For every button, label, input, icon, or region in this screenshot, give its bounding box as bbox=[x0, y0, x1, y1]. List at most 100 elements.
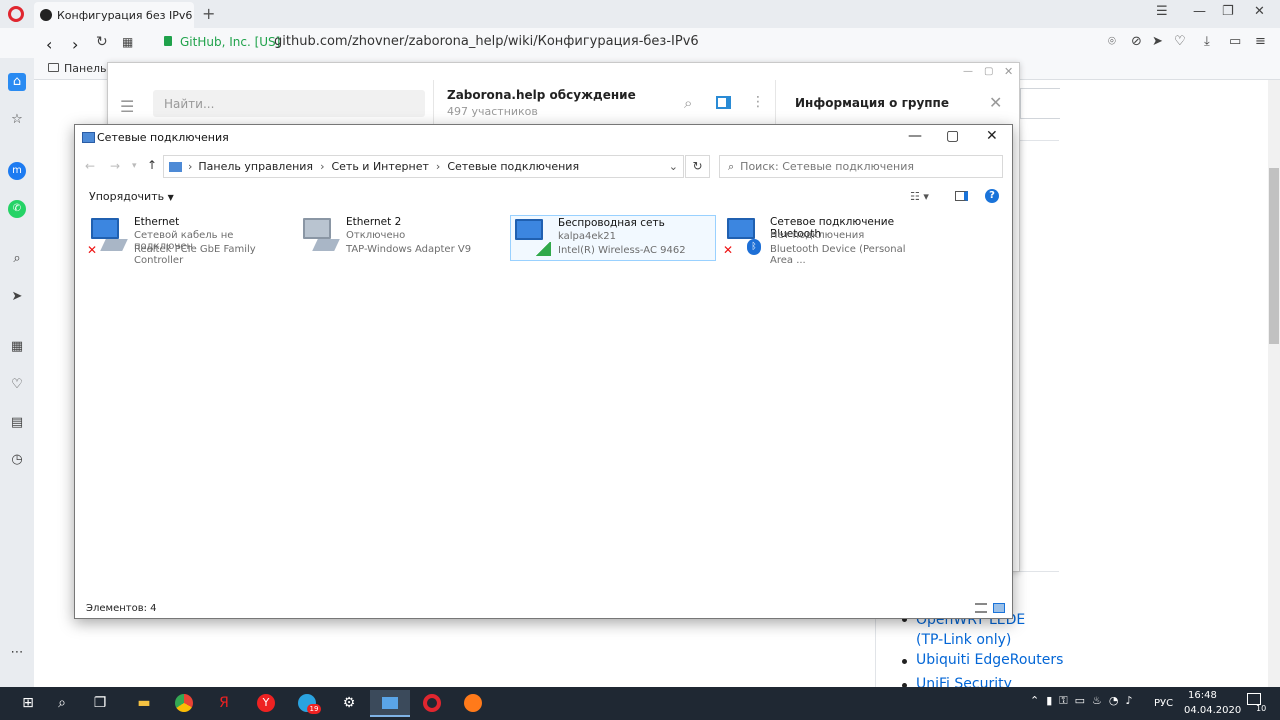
breadcrumb-network[interactable]: Сеть и Интернет bbox=[331, 160, 428, 173]
recent-locations-icon[interactable]: ▾ bbox=[132, 161, 137, 171]
firefox-icon[interactable] bbox=[453, 690, 493, 717]
yandex-browser-icon[interactable]: Я bbox=[204, 690, 244, 717]
easy-setup-icon[interactable]: ≡ bbox=[1255, 34, 1266, 49]
sidebar-toggle-icon[interactable] bbox=[716, 96, 731, 109]
breadcrumb-network-connections[interactable]: Сетевые подключения bbox=[447, 160, 579, 173]
help-icon[interactable]: ? bbox=[985, 189, 999, 203]
telegram-close-button[interactable]: ✕ bbox=[1004, 65, 1013, 78]
telegram-search-input[interactable]: Найти... bbox=[153, 90, 425, 117]
speed-dial-icon[interactable]: ▦ bbox=[122, 35, 133, 49]
notifications-count: 10 bbox=[1256, 704, 1267, 713]
connection-item-wireless[interactable]: Беспроводная сеть kalpa4ek21 Intel(R) Wi… bbox=[510, 215, 716, 261]
clock-time[interactable]: 16:48 bbox=[1188, 690, 1217, 701]
maximize-button[interactable]: ▢ bbox=[946, 128, 959, 144]
refresh-button[interactable]: ↻ bbox=[685, 155, 710, 178]
back-icon[interactable]: ‹ bbox=[46, 35, 52, 54]
connection-item-bluetooth[interactable]: ᛒ ✕ Сетевое подключение Bluetooth Нет по… bbox=[723, 215, 929, 266]
browser-tab[interactable]: Конфигурация без IPv6 · z ✕ bbox=[34, 2, 194, 28]
forward-icon[interactable]: → bbox=[110, 159, 120, 173]
reload-icon[interactable]: ↻ bbox=[96, 34, 108, 50]
close-icon[interactable]: ✕ bbox=[989, 93, 1002, 112]
settings-icon[interactable]: ⚙ bbox=[329, 690, 369, 717]
breadcrumb-separator: › bbox=[188, 160, 193, 173]
more-icon[interactable]: ⋯ bbox=[8, 644, 26, 662]
telegram-maximize-button[interactable]: ▢ bbox=[984, 66, 993, 77]
messenger-icon[interactable]: m bbox=[8, 162, 26, 180]
connection-device: Bluetooth Device (Personal Area ... bbox=[770, 244, 906, 266]
close-button[interactable]: ✕ bbox=[986, 128, 998, 144]
browser-minimize-button[interactable]: — bbox=[1193, 4, 1206, 19]
send-icon[interactable]: ➤ bbox=[1152, 34, 1163, 49]
system-tray-icons[interactable]: ⌃ ▮ ⚿ ▭ ♨ ◔ ♪ bbox=[1030, 694, 1132, 708]
yandex-icon[interactable]: Y bbox=[246, 690, 286, 717]
disconnected-icon: ✕ bbox=[87, 243, 98, 257]
opera-menu-icon[interactable] bbox=[8, 6, 24, 22]
connection-item-ethernet-2[interactable]: Ethernet 2 Отключено TAP-Windows Adapter… bbox=[299, 215, 505, 261]
search-icon[interactable]: ⌕ bbox=[8, 250, 26, 268]
home-icon[interactable]: ⌂ bbox=[8, 73, 26, 91]
forward-icon[interactable]: › bbox=[72, 35, 78, 54]
connection-name: Ethernet 2 bbox=[346, 216, 402, 228]
task-view-icon[interactable]: ❐ bbox=[80, 690, 120, 717]
monitor-icon bbox=[303, 218, 331, 239]
news-icon[interactable]: ▤ bbox=[8, 414, 26, 432]
whatsapp-icon[interactable]: ✆ bbox=[8, 200, 26, 218]
heart-icon[interactable]: ♡ bbox=[8, 376, 26, 394]
snapshot-icon[interactable]: ⌾ bbox=[1108, 34, 1116, 49]
downloads-icon[interactable]: ⤓ bbox=[1204, 34, 1210, 49]
telegram-icon[interactable]: 19 bbox=[287, 690, 327, 717]
up-icon[interactable]: ↑ bbox=[147, 158, 157, 172]
network-connections-taskbar-icon[interactable] bbox=[370, 690, 410, 717]
star-icon[interactable]: ☆ bbox=[8, 111, 26, 129]
search-placeholder: Поиск: Сетевые подключения bbox=[740, 160, 914, 173]
connection-device: Intel(R) Wireless-AC 9462 bbox=[558, 245, 686, 256]
tab-title: Конфигурация без IPv6 · z bbox=[57, 8, 194, 22]
chevron-down-icon[interactable]: ⌄ bbox=[669, 160, 678, 173]
tabs-grid-icon[interactable]: ▦ bbox=[8, 338, 26, 356]
menu-icon[interactable]: ☰ bbox=[120, 97, 134, 116]
lock-icon[interactable] bbox=[164, 36, 172, 46]
cable-icon bbox=[312, 239, 340, 251]
new-tab-button[interactable]: + bbox=[202, 4, 215, 23]
browser-close-button[interactable]: ✕ bbox=[1254, 4, 1265, 19]
details-view-icon[interactable] bbox=[975, 603, 987, 613]
github-link[interactable]: UniFi Security bbox=[916, 676, 1012, 687]
connection-device: Realtek PCIe GbE Family Controller bbox=[134, 244, 256, 266]
telegram-minimize-button[interactable]: — bbox=[963, 66, 973, 77]
back-icon[interactable]: ← bbox=[85, 159, 95, 173]
search-icon[interactable]: ⌕ bbox=[684, 94, 692, 112]
search-icon[interactable]: ⌕ bbox=[42, 690, 82, 717]
breadcrumb-control-panel[interactable]: Панель управления bbox=[198, 160, 313, 173]
monitor-icon bbox=[727, 218, 755, 239]
github-search-box[interactable] bbox=[1020, 88, 1060, 119]
minimize-button[interactable]: — bbox=[908, 128, 922, 144]
explorer-address-bar[interactable]: › Панель управления › Сеть и Интернет › … bbox=[163, 155, 684, 178]
bookmark-heart-icon[interactable]: ♡ bbox=[1174, 34, 1186, 49]
tiles-view-icon[interactable] bbox=[993, 603, 1005, 613]
history-icon[interactable]: ◷ bbox=[8, 451, 26, 469]
page-scrollbar-thumb[interactable] bbox=[1269, 168, 1279, 344]
clock-date[interactable]: 04.04.2020 bbox=[1184, 705, 1241, 716]
language-indicator[interactable]: РУС bbox=[1154, 698, 1173, 709]
organize-menu[interactable]: Упорядочить ▼ bbox=[89, 190, 174, 203]
breadcrumb-separator: › bbox=[320, 160, 325, 173]
change-view-icon[interactable]: ☷ ▾ bbox=[910, 190, 929, 203]
battery-icon[interactable]: ▭ bbox=[1229, 34, 1241, 49]
tab-menu-icon[interactable]: ☰ bbox=[1156, 4, 1168, 19]
preview-pane-icon[interactable] bbox=[955, 191, 968, 201]
adblock-icon[interactable]: ⊘ bbox=[1131, 34, 1142, 49]
explorer-search-input[interactable]: ⌕ Поиск: Сетевые подключения bbox=[719, 155, 1003, 178]
chrome-icon[interactable] bbox=[164, 690, 204, 717]
connection-name: Беспроводная сеть bbox=[558, 217, 665, 229]
opera-icon[interactable] bbox=[412, 690, 452, 717]
connection-item-ethernet[interactable]: ✕ Ethernet Сетевой кабель не подключен R… bbox=[87, 215, 293, 266]
file-explorer-icon[interactable]: ▬ bbox=[124, 690, 164, 717]
more-vertical-icon[interactable]: ⋮ bbox=[751, 94, 765, 110]
send-icon[interactable]: ➤ bbox=[8, 288, 26, 306]
github-link[interactable]: Ubiquiti EdgeRouters bbox=[916, 652, 1063, 668]
url-field[interactable]: github.com/zhovner/zaborona_help/wiki/Ко… bbox=[274, 34, 699, 49]
chat-title[interactable]: Zaborona.help обсуждение bbox=[447, 88, 636, 102]
site-identity[interactable]: GitHub, Inc. [US] bbox=[180, 35, 280, 49]
list-bullet bbox=[902, 659, 907, 664]
browser-restore-button[interactable]: ❐ bbox=[1222, 4, 1234, 19]
